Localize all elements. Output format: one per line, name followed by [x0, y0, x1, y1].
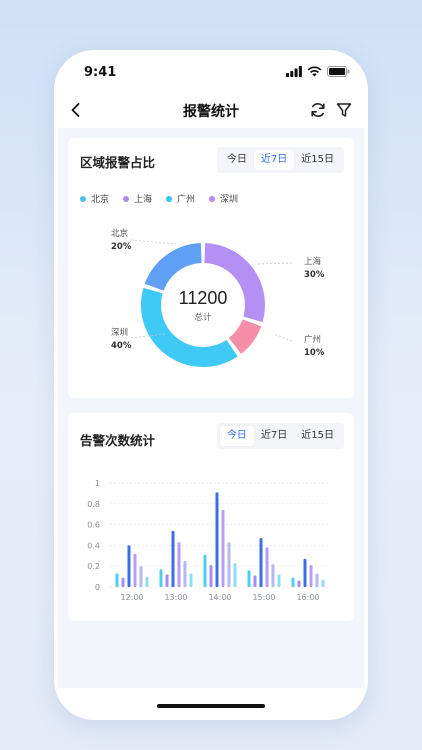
content-area: 区域报警占比 今日 近7日 近15日 北京 上海 广州 深圳 11200 总计 … — [58, 128, 364, 688]
donut-total-label: 总计 — [194, 312, 212, 323]
bar — [165, 574, 169, 587]
x-tick-label: 13:00 — [164, 593, 187, 602]
bar — [121, 577, 125, 587]
callout-guangzhou-name: 广州 — [304, 334, 321, 345]
bar — [115, 573, 119, 587]
x-tick-label: 15:00 — [252, 593, 275, 602]
y-tick-label: 0.2 — [87, 562, 100, 571]
slice-shanghai — [204, 243, 265, 323]
bar — [133, 553, 137, 587]
filter-icon[interactable] — [334, 100, 354, 120]
callout-guangzhou-pct: 10% — [304, 348, 325, 358]
y-tick-label: 0 — [95, 583, 100, 592]
nav-bar: 报警统计 — [54, 94, 368, 128]
bar — [321, 579, 325, 587]
bar — [277, 574, 281, 587]
y-tick-label: 0.6 — [87, 521, 100, 530]
region-share-card: 区域报警占比 今日 近7日 近15日 北京 上海 广州 深圳 11200 总计 … — [68, 138, 354, 398]
callout-beijing-name: 北京 — [111, 228, 128, 239]
bar — [171, 530, 175, 587]
donut-total-value: 11200 — [179, 288, 228, 308]
bar — [139, 566, 143, 587]
callout-shenzhen-pct: 40% — [111, 341, 132, 351]
alarm-count-card: 告警次数统计 今日 近7日 近15日 0 0.2 0.4 0.6 0.8 1 12:00 13… — [68, 413, 354, 621]
bar — [265, 547, 269, 587]
signal-icon — [286, 66, 302, 77]
bar — [291, 577, 295, 587]
y-tick-label: 1 — [95, 479, 100, 488]
bar — [303, 558, 307, 587]
donut-chart: 11200 总计 北京 20% 上海 30% 广州 10% 深圳 40% — [111, 228, 325, 367]
bar — [189, 573, 193, 587]
status-time: 9:41 — [84, 65, 117, 80]
callout-shanghai-pct: 30% — [304, 270, 325, 280]
bar — [177, 542, 181, 587]
x-tick-label: 14:00 — [208, 593, 231, 602]
slice-beijing — [144, 243, 202, 291]
bar — [183, 561, 187, 587]
callout-beijing-pct: 20% — [111, 242, 132, 252]
status-icons — [286, 66, 350, 77]
bar — [297, 580, 301, 587]
wifi-icon — [307, 66, 322, 77]
bar — [203, 554, 207, 587]
slice-guangzhou — [228, 319, 262, 354]
y-tick-label: 0.8 — [87, 500, 100, 509]
bar — [253, 575, 257, 587]
refresh-icon[interactable] — [308, 100, 328, 120]
home-indicator — [157, 704, 265, 708]
bar — [247, 570, 251, 587]
bar — [221, 510, 225, 587]
bar — [233, 563, 237, 587]
x-tick-label: 16:00 — [296, 593, 319, 602]
bar — [309, 565, 313, 587]
status-bar: 9:41 — [54, 50, 368, 94]
bar — [127, 545, 131, 587]
y-tick-label: 0.4 — [87, 541, 100, 550]
x-tick-label: 12:00 — [120, 593, 143, 602]
alarm-bar-chart: 0 0.2 0.4 0.6 0.8 1 12:00 13:00 14:00 15:00 16:00 — [87, 479, 330, 602]
callout-shanghai-name: 上海 — [304, 256, 322, 267]
bar — [315, 573, 319, 587]
bar — [259, 538, 263, 587]
bar — [271, 564, 275, 587]
callout-shenzhen-name: 深圳 — [111, 327, 128, 338]
bar — [209, 565, 213, 587]
bar — [159, 569, 163, 587]
bar — [227, 542, 231, 587]
bar — [215, 492, 219, 587]
battery-icon — [327, 66, 350, 77]
bar — [145, 576, 149, 587]
phone-frame: 9:41 报警统计 区域报警占比 今日 近7日 近15日 北京 上海 广州 深圳… — [54, 50, 368, 720]
